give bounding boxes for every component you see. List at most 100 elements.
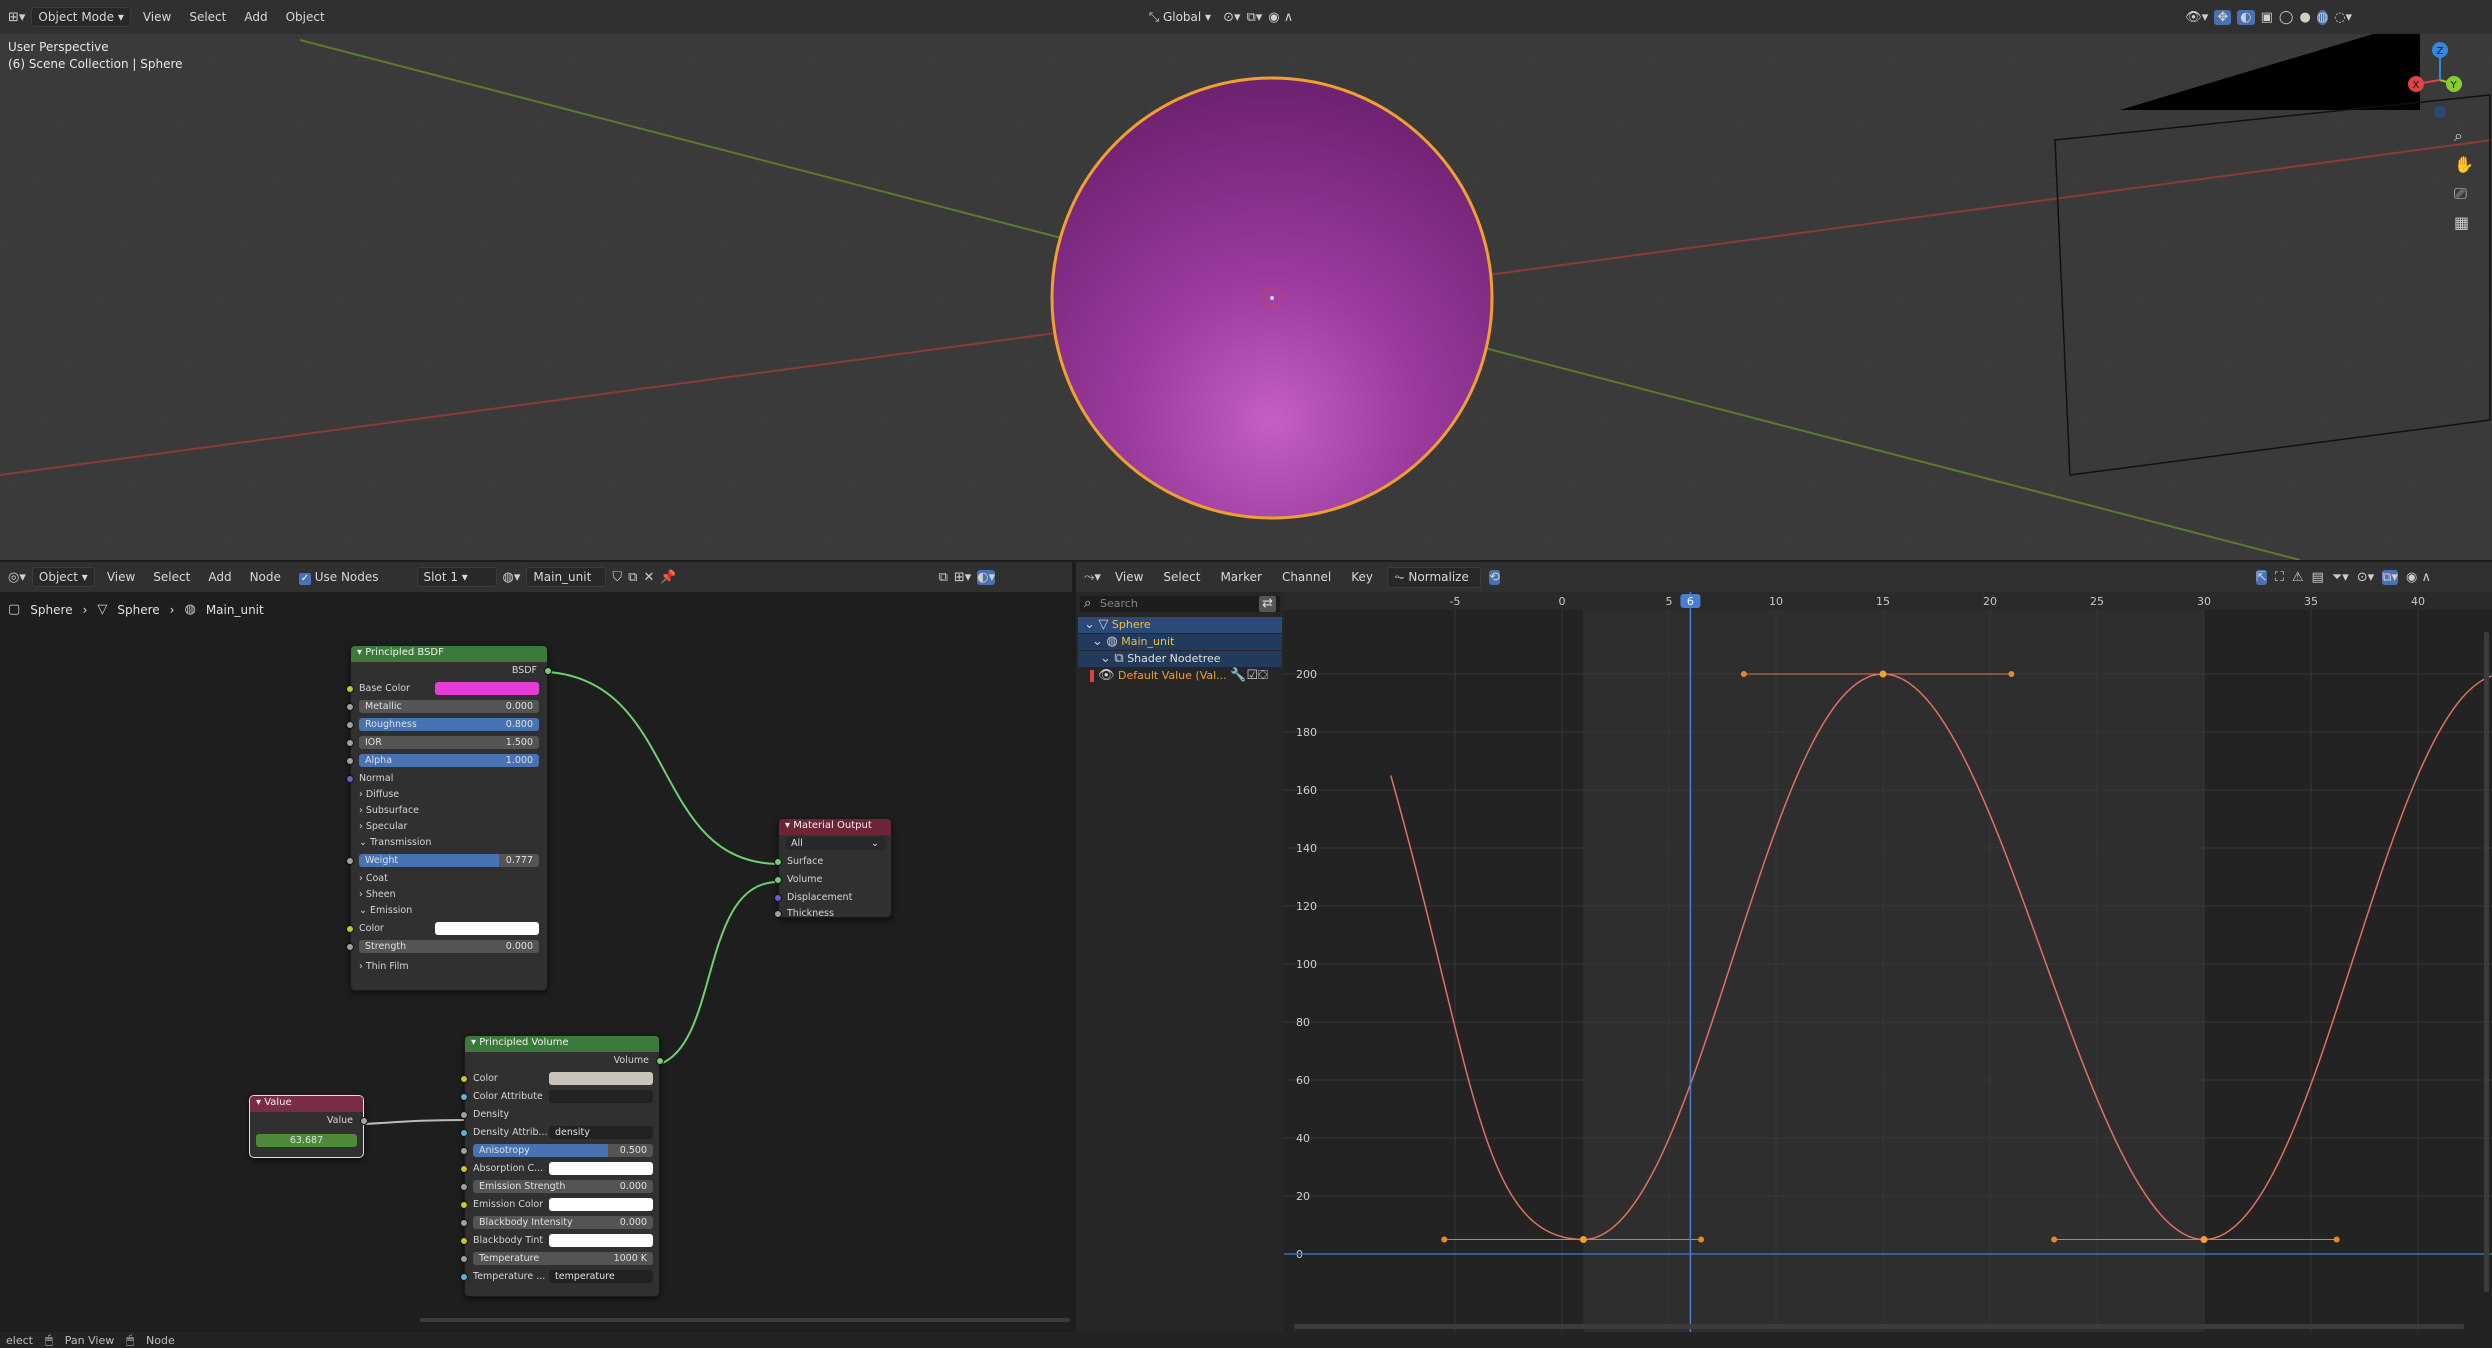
principled-bsdf-node[interactable]: ▾ Principled BSDF BSDF Base Color Metall… xyxy=(346,645,552,991)
menu-select[interactable]: Select xyxy=(1157,568,1206,586)
menu-view[interactable]: View xyxy=(1109,568,1149,586)
volume-socket[interactable] xyxy=(774,876,782,884)
visibility-eye-icon[interactable]: 👁 xyxy=(1098,668,1115,684)
keyframe-point[interactable] xyxy=(1879,670,1887,678)
fcurve-graph[interactable]: -505101520253035404520018016014012010080… xyxy=(1284,592,2492,1332)
normalize-toggle[interactable]: ⏦ Normalize xyxy=(1386,566,1481,588)
solid-shading-icon[interactable]: ● xyxy=(2299,10,2310,25)
only-selected-icon[interactable]: ⇱ xyxy=(2255,569,2267,585)
menu-select[interactable]: Select xyxy=(183,8,232,26)
material-output-node[interactable]: ▾ Material Output All ⌄ Surface Volume Di… xyxy=(774,818,892,919)
menu-add[interactable]: Add xyxy=(238,8,273,26)
menu-channel[interactable]: Channel xyxy=(1276,568,1337,586)
shader-node-editor[interactable]: ◎▾ Object ▾ View Select Add Node ✓ Use N… xyxy=(0,562,1072,1332)
mode-dropdown[interactable]: Object Mode ▾ xyxy=(31,7,131,27)
emission-color-swatch[interactable] xyxy=(435,922,539,935)
editor-type-icon[interactable]: ⤳▾ xyxy=(1084,570,1101,585)
overlay-toggle-icon[interactable]: ◐ xyxy=(2237,9,2255,25)
channel-search-input[interactable]: ⌕ Search ⇄ xyxy=(1080,596,1280,612)
visibility-icon[interactable]: 👁▾ xyxy=(2185,10,2208,25)
swap-filter-icon[interactable]: ⇄ xyxy=(1259,596,1276,612)
emission-strength-field[interactable]: Strength 0.000 xyxy=(359,940,539,953)
base-color-socket[interactable] xyxy=(346,685,354,693)
density-attribute-field[interactable]: density xyxy=(549,1126,653,1139)
absorption-color-swatch[interactable] xyxy=(549,1162,653,1175)
temperature-field[interactable]: Temperature 1000 K xyxy=(473,1252,653,1265)
menu-view[interactable]: View xyxy=(137,8,177,26)
blackbody-intensity-field[interactable]: Blackbody Intensity 0.000 xyxy=(473,1216,653,1229)
normal-socket[interactable] xyxy=(346,775,354,783)
panel-specular[interactable]: › Specular xyxy=(351,820,547,836)
roughness-field[interactable]: Roughness 0.800 xyxy=(359,718,539,731)
gizmo-toggle-icon[interactable]: ✥ xyxy=(2214,9,2232,25)
navigation-gizmo[interactable]: X Y Z xyxy=(2400,40,2480,120)
node-header[interactable]: ▾ Value xyxy=(250,1096,363,1112)
temperature-attribute-field[interactable]: temperature xyxy=(549,1270,653,1283)
volume-color-swatch[interactable] xyxy=(549,1072,653,1085)
zoom-icon[interactable]: ⌕ xyxy=(2454,126,2463,146)
camera-view-icon[interactable]: ⎚ xyxy=(2454,184,2467,204)
snap-icon[interactable]: ⧉▾ xyxy=(1246,10,1262,25)
material-shading-icon[interactable]: ◍ xyxy=(2316,9,2329,25)
emission-strength-field[interactable]: Emission Strength 0.000 xyxy=(473,1180,653,1193)
filter-icon[interactable]: ⏷▾ xyxy=(2332,570,2349,585)
panel-coat[interactable]: › Coat xyxy=(351,872,547,888)
channel-material[interactable]: ⌄ ◍ Main_unit xyxy=(1078,634,1282,650)
node-header[interactable]: ▾ Principled BSDF xyxy=(351,646,547,662)
graph-editor[interactable]: ⤳▾ View Select Marker Channel Key ⏦ Norm… xyxy=(1076,562,2492,1332)
orientation-dropdown[interactable]: ⤡ Global ▾ xyxy=(1143,8,1217,27)
displacement-socket[interactable] xyxy=(774,894,782,902)
keyframe-handle-right[interactable] xyxy=(2008,671,2015,677)
channel-fcurve[interactable]: 👁 Default Value (Val... 🔧☑⛋ xyxy=(1078,668,1282,684)
menu-key[interactable]: Key xyxy=(1345,568,1379,586)
rendered-shading-icon[interactable]: ◌▾ xyxy=(2334,10,2352,25)
anisotropy-field[interactable]: Anisotropy 0.500 xyxy=(473,1144,653,1157)
proportional-edit-icon[interactable]: ◉ ∧ xyxy=(1268,10,1293,25)
vertical-scrollbar[interactable] xyxy=(2484,632,2489,1292)
pivot-icon[interactable]: ⊙▾ xyxy=(2357,570,2374,585)
snap-icon[interactable]: ⧉▾ xyxy=(2382,569,2399,585)
bsdf-output-socket[interactable] xyxy=(544,667,552,675)
value-field[interactable]: 63.687 xyxy=(256,1134,357,1147)
menu-object[interactable]: Object xyxy=(280,8,331,26)
panel-emission[interactable]: ⌄ Emission xyxy=(351,904,547,920)
output-target-dropdown[interactable]: All ⌄ xyxy=(785,837,885,850)
ortho-grid-icon[interactable]: ▦ xyxy=(2454,213,2469,232)
node-header[interactable]: ▾ Material Output xyxy=(779,819,891,835)
3d-viewport[interactable]: ⊞▾ Object Mode ▾ View Select Add Object … xyxy=(0,0,2492,560)
editor-type-icon[interactable]: ⊞▾ xyxy=(8,10,25,25)
lock-icon[interactable]: ⛋ xyxy=(1258,668,1268,684)
density-socket[interactable] xyxy=(460,1111,468,1119)
horizontal-scrollbar[interactable] xyxy=(420,1318,1070,1322)
only-errors-icon[interactable]: ⚠ xyxy=(2292,570,2304,585)
keyframe-handle-left[interactable] xyxy=(1740,671,1747,677)
menu-marker[interactable]: Marker xyxy=(1214,568,1267,586)
volume-output-socket[interactable] xyxy=(656,1057,664,1065)
keyframe-handle-left[interactable] xyxy=(1441,1236,1448,1243)
blackbody-tint-swatch[interactable] xyxy=(549,1234,653,1247)
keyframe-handle-left[interactable] xyxy=(2051,1236,2058,1243)
value-node[interactable]: ▾ Value Value 63.687 xyxy=(249,1095,368,1158)
mute-checkbox-icon[interactable]: ☑ xyxy=(1246,668,1258,684)
keyframe-point[interactable] xyxy=(1579,1236,1587,1243)
transmission-weight-field[interactable]: Weight 0.777 xyxy=(359,854,539,867)
keyframe-handle-right[interactable] xyxy=(1698,1236,1705,1243)
panel-diffuse[interactable]: › Diffuse xyxy=(351,788,547,804)
emission-color-swatch[interactable] xyxy=(549,1198,653,1211)
alpha-field[interactable]: Alpha 1.000 xyxy=(359,754,539,767)
pan-hand-icon[interactable]: ✋ xyxy=(2454,155,2474,174)
value-output-socket[interactable] xyxy=(360,1117,368,1125)
pivot-icon[interactable]: ⊙▾ xyxy=(1223,10,1240,25)
surface-socket[interactable] xyxy=(774,858,782,866)
metallic-field[interactable]: Metallic 0.000 xyxy=(359,700,539,713)
ior-field[interactable]: IOR 1.500 xyxy=(359,736,539,749)
base-color-swatch[interactable] xyxy=(435,682,539,695)
wireframe-shading-icon[interactable]: ◯ xyxy=(2279,10,2294,25)
channel-nodetree[interactable]: ⌄ ⧉ Shader Nodetree xyxy=(1078,651,1282,667)
color-attribute-field[interactable] xyxy=(549,1090,653,1103)
keyframe-handle-right[interactable] xyxy=(2333,1236,2340,1243)
pin-view-icon[interactable]: ▤ xyxy=(2312,570,2324,585)
principled-volume-node[interactable]: ▾ Principled Volume Volume Color Color A… xyxy=(460,1035,664,1297)
keyframe-point[interactable] xyxy=(2200,1236,2208,1243)
horizontal-scrollbar[interactable] xyxy=(1294,1324,2464,1329)
